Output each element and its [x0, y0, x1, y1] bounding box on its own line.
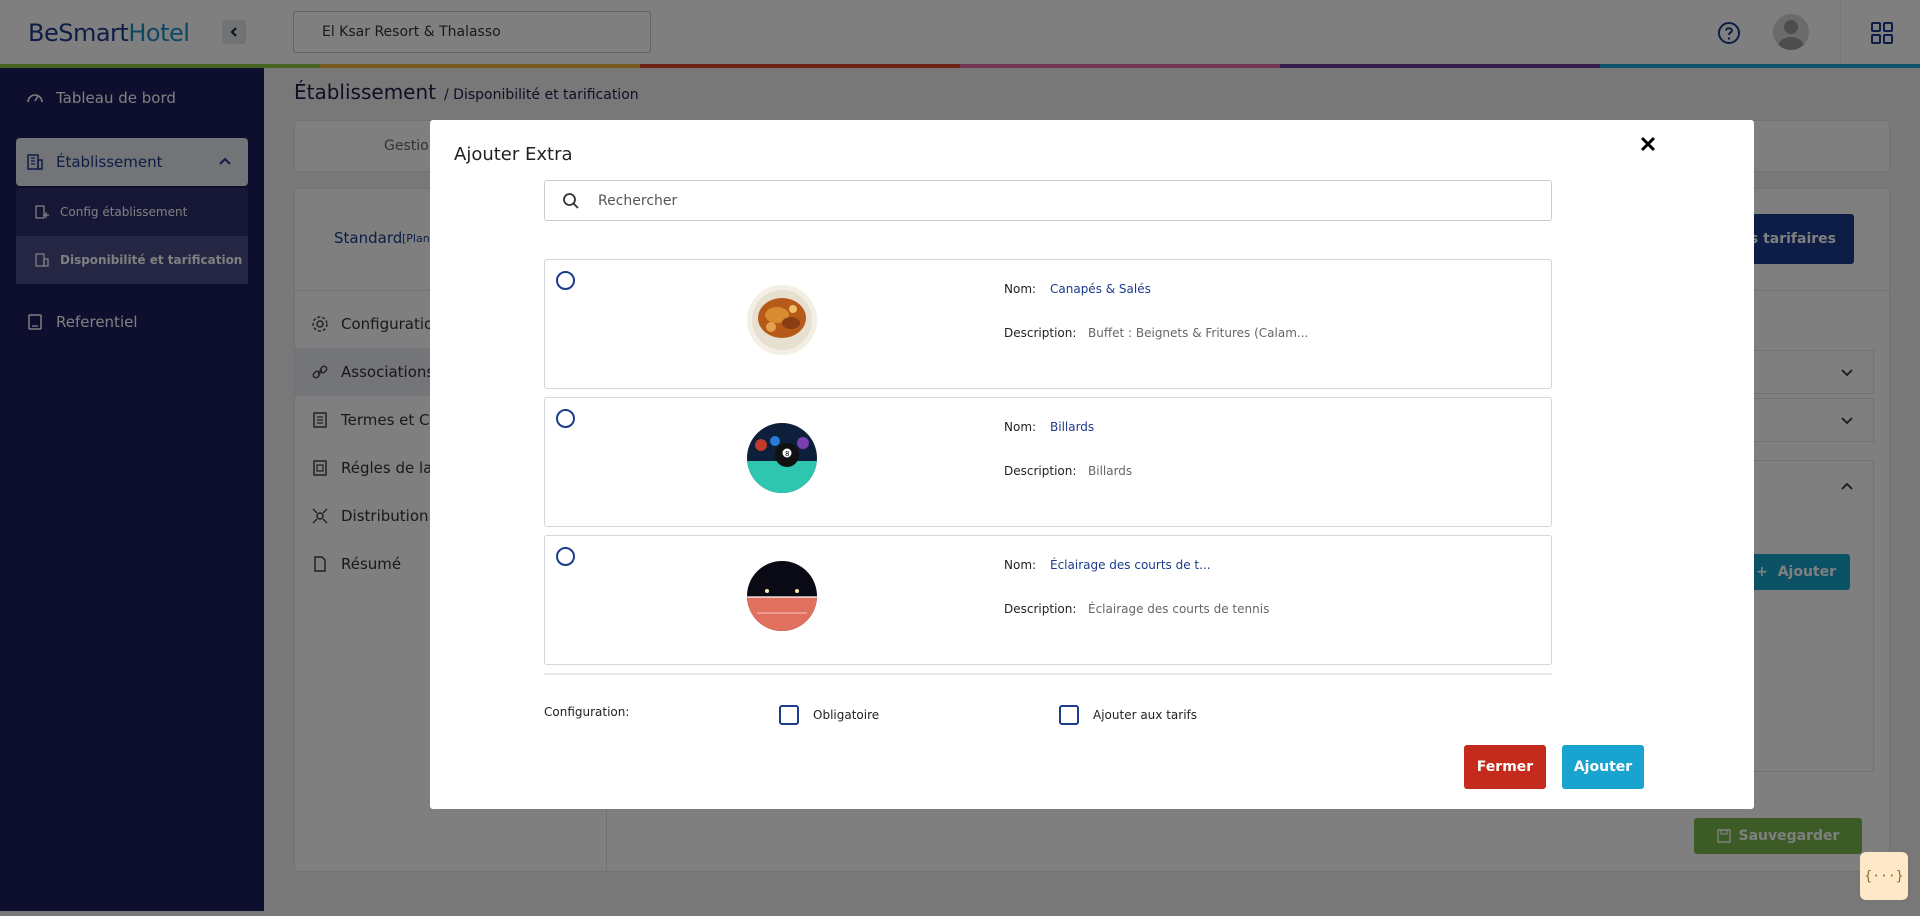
extra-item-eclairage[interactable]: Nom: Éclairage des courts de t... Descri…	[544, 535, 1552, 665]
extra-description-value: Buffet : Beignets & Fritures (Calam...	[1088, 326, 1309, 340]
extra-name-value: Canapés & Salés	[1050, 282, 1151, 296]
extra-image-billards: 8	[747, 423, 817, 493]
modal-separator	[544, 673, 1552, 675]
search-input[interactable]	[598, 192, 1498, 209]
obligatoire-checkbox[interactable]: Obligatoire	[779, 705, 879, 725]
search-field[interactable]	[544, 180, 1552, 221]
extra-name-label: Nom:	[1004, 420, 1037, 434]
extra-description-row: Description: Billards	[1004, 464, 1132, 478]
extra-description-label: Description:	[1004, 464, 1077, 478]
extra-name-value: Éclairage des courts de t...	[1050, 558, 1211, 572]
extra-name-row: Nom: Billards	[1004, 420, 1094, 434]
extra-name-row: Nom: Éclairage des courts de t...	[1004, 558, 1211, 572]
ajouter-extra-modal: Ajouter Extra Nom: Canapés & Salés Descr…	[430, 120, 1754, 809]
extra-radio[interactable]	[556, 409, 575, 428]
extra-item-canapes[interactable]: Nom: Canapés & Salés Description: Buffet…	[544, 259, 1552, 389]
fermer-button[interactable]: Fermer	[1464, 745, 1546, 789]
extra-radio[interactable]	[556, 271, 575, 290]
extra-description-value: Billards	[1088, 464, 1133, 478]
checkbox-box[interactable]	[1059, 705, 1079, 725]
extra-description-label: Description:	[1004, 602, 1077, 616]
search-icon	[563, 192, 579, 209]
close-icon	[1640, 136, 1656, 152]
extra-radio[interactable]	[556, 547, 575, 566]
ajouter-button[interactable]: Ajouter	[1562, 745, 1644, 789]
extra-image-eclairage	[747, 561, 817, 631]
extra-name-label: Nom:	[1004, 282, 1037, 296]
extra-item-billards[interactable]: 8 Nom: Billards Description: Billards	[544, 397, 1552, 527]
obligatoire-label: Obligatoire	[813, 708, 880, 722]
configuration-label: Configuration:	[544, 705, 630, 719]
fermer-label: Fermer	[1476, 759, 1534, 775]
extra-name-value: Billards	[1050, 420, 1095, 434]
extra-description-row: Description: Buffet : Beignets & Friture…	[1004, 326, 1308, 340]
extra-description-label: Description:	[1004, 326, 1077, 340]
code-widget-button[interactable]: {···}	[1860, 852, 1908, 900]
checkbox-box[interactable]	[779, 705, 799, 725]
code-widget-label: {···}	[1864, 868, 1904, 884]
modal-close-button[interactable]	[1634, 130, 1662, 158]
ajouter-aux-tarifs-label: Ajouter aux tarifs	[1093, 708, 1198, 722]
svg-text:8: 8	[785, 450, 789, 458]
ajouter-aux-tarifs-checkbox[interactable]: Ajouter aux tarifs	[1059, 705, 1197, 725]
extra-image-canapes	[747, 285, 817, 355]
extra-description-row: Description: Éclairage des courts de ten…	[1004, 602, 1269, 616]
ajouter-label: Ajouter	[1573, 759, 1633, 775]
modal-title: Ajouter Extra	[454, 144, 573, 165]
extra-description-value: Éclairage des courts de tennis	[1088, 602, 1270, 616]
extra-name-label: Nom:	[1004, 558, 1037, 572]
extra-name-row: Nom: Canapés & Salés	[1004, 282, 1151, 296]
